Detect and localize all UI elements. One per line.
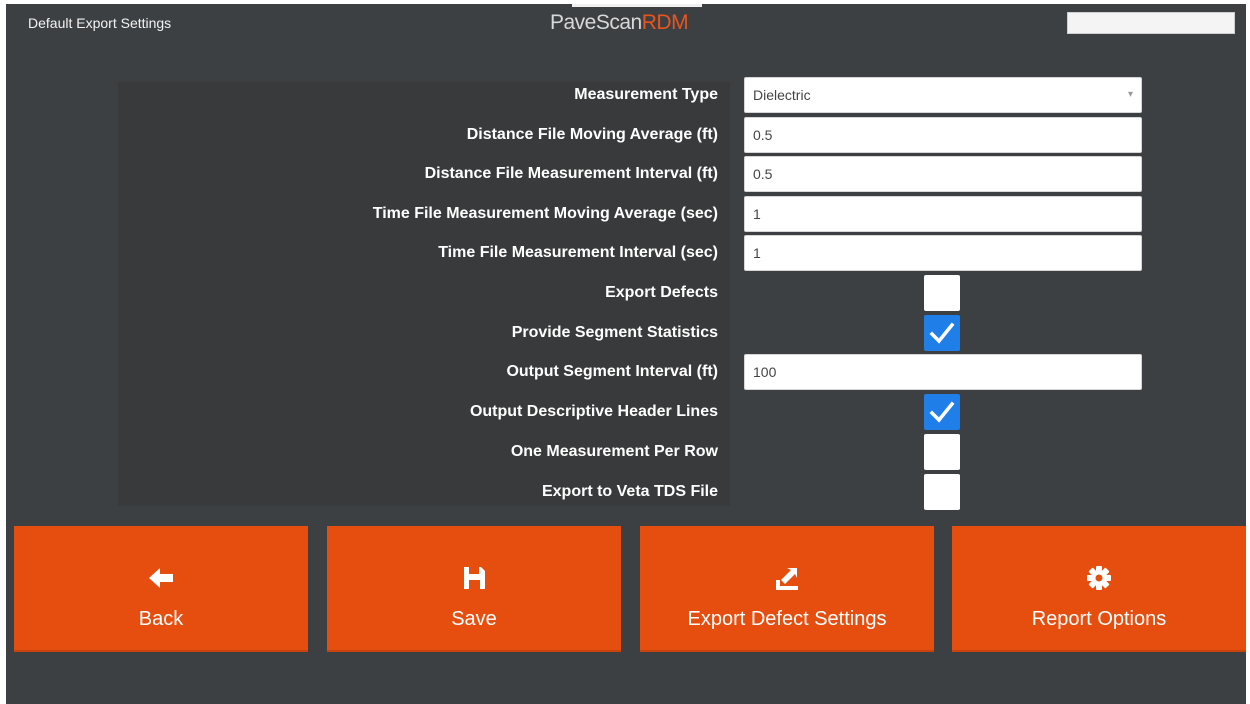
- action-bar: Back Save Export Defect Settings Report …: [6, 522, 1246, 656]
- measurement-type-row: Measurement Type Dielectric ▾: [6, 77, 1246, 113]
- report-options-button[interactable]: Report Options: [952, 526, 1246, 652]
- distance-interval-label: Distance File Measurement Interval (ft): [424, 165, 718, 182]
- segment-interval-input[interactable]: 100: [744, 354, 1142, 390]
- brand-name: PaveScan: [550, 11, 642, 34]
- export-defect-settings-label: Export Defect Settings: [687, 608, 887, 630]
- export-settings-window: Default Export Settings PaveScanRDM Meas…: [6, 4, 1246, 704]
- save-icon: [464, 567, 485, 589]
- export-defects-row: Export Defects: [6, 275, 1246, 311]
- segment-statistics-label: Provide Segment Statistics: [511, 324, 718, 341]
- back-label: Back: [138, 608, 184, 630]
- distance-interval-row: Distance File Measurement Interval (ft) …: [6, 156, 1246, 192]
- save-button[interactable]: Save: [327, 526, 621, 652]
- export-icon: [776, 568, 798, 590]
- segment-statistics-row: Provide Segment Statistics: [6, 315, 1246, 351]
- measurement-type-select[interactable]: Dielectric ▾: [744, 77, 1142, 113]
- descriptive-header-label: Output Descriptive Header Lines: [469, 403, 718, 420]
- one-per-row-row: One Measurement Per Row: [6, 434, 1246, 470]
- distance-interval-input[interactable]: 0.5: [744, 156, 1142, 192]
- distance-moving-average-input[interactable]: 0.5: [744, 117, 1142, 153]
- time-interval-label: Time File Measurement Interval (sec): [438, 244, 718, 261]
- brand-suffix: RDM: [641, 11, 689, 34]
- descriptive-header-row: Output Descriptive Header Lines: [6, 394, 1246, 430]
- distance-moving-average-label: Distance File Moving Average (ft): [466, 126, 718, 143]
- time-interval-row: Time File Measurement Interval (sec) 1: [6, 235, 1246, 271]
- report-options-label: Report Options: [1031, 608, 1167, 630]
- descriptive-header-checkbox[interactable]: [924, 394, 960, 430]
- top-bar: Default Export Settings PaveScanRDM: [6, 4, 1246, 44]
- one-per-row-checkbox[interactable]: [924, 434, 960, 470]
- checkmark-icon: [929, 401, 955, 423]
- one-per-row-label: One Measurement Per Row: [510, 443, 718, 460]
- segment-interval-row: Output Segment Interval (ft) 100: [6, 354, 1246, 390]
- export-defect-settings-button[interactable]: Export Defect Settings: [640, 526, 934, 652]
- time-moving-average-input[interactable]: 1: [744, 196, 1142, 232]
- time-moving-average-label: Time File Measurement Moving Average (se…: [372, 205, 718, 222]
- time-interval-input[interactable]: 1: [744, 235, 1142, 271]
- export-defects-checkbox[interactable]: [924, 275, 960, 311]
- back-button[interactable]: Back: [14, 526, 308, 652]
- measurement-type-value: Dielectric: [753, 87, 811, 103]
- checkmark-icon: [929, 322, 955, 344]
- brand-logo: PaveScanRDM: [550, 11, 689, 35]
- arrow-left-icon: [149, 568, 173, 588]
- export-defects-label: Export Defects: [605, 284, 718, 301]
- time-moving-average-row: Time File Measurement Moving Average (se…: [6, 196, 1246, 232]
- distance-moving-average-row: Distance File Moving Average (ft) 0.5: [6, 117, 1246, 153]
- top-right-field[interactable]: [1067, 12, 1235, 34]
- window-title: Default Export Settings: [28, 15, 172, 31]
- brand-underline: [572, 4, 702, 7]
- dropdown-caret-icon: ▾: [1127, 89, 1133, 100]
- segment-statistics-checkbox[interactable]: [924, 315, 960, 351]
- veta-tds-row: Export to Veta TDS File: [6, 474, 1246, 510]
- veta-tds-checkbox[interactable]: [924, 474, 960, 510]
- veta-tds-label: Export to Veta TDS File: [541, 483, 718, 500]
- measurement-type-label: Measurement Type: [574, 86, 718, 103]
- save-label: Save: [451, 608, 497, 630]
- segment-interval-label: Output Segment Interval (ft): [506, 363, 718, 380]
- gear-icon: [1087, 566, 1111, 590]
